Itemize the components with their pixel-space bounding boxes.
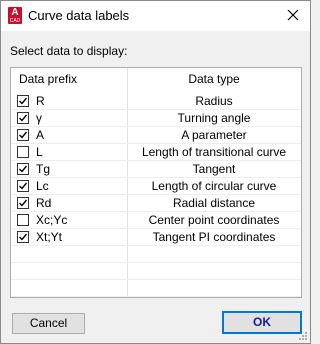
row-prefix: A <box>36 128 45 142</box>
row-checkbox[interactable] <box>17 95 29 107</box>
row-checkbox[interactable] <box>17 197 29 209</box>
row-prefix: Tg <box>36 162 51 176</box>
header-data-type[interactable]: Data type <box>127 73 301 86</box>
row-prefix: L <box>36 145 43 159</box>
empty-row <box>11 246 301 263</box>
table-row[interactable]: R Radius <box>11 93 301 110</box>
app-icon-sub: CAD <box>9 18 21 24</box>
table-row[interactable]: Tg Tangent <box>11 161 301 178</box>
table-row[interactable]: Xt;Yt Tangent PI coordinates <box>11 229 301 246</box>
title-bar[interactable]: A CAD Curve data labels <box>1 1 310 31</box>
resize-grip-icon[interactable] <box>298 331 308 341</box>
table-row[interactable]: γ Turning angle <box>11 110 301 127</box>
row-prefix: R <box>36 94 45 108</box>
app-logo-icon: A CAD <box>8 7 22 24</box>
table-header: Data prefix Data type <box>11 68 301 90</box>
row-checkbox[interactable] <box>17 231 29 243</box>
window-title: Curve data labels <box>28 8 130 23</box>
header-data-prefix[interactable]: Data prefix <box>19 73 77 86</box>
close-button[interactable] <box>282 4 304 26</box>
row-checkbox[interactable] <box>17 129 29 141</box>
empty-row <box>11 263 301 280</box>
checkmark-icon <box>19 97 28 105</box>
table-row[interactable]: Rd Radial distance <box>11 195 301 212</box>
row-prefix: Rd <box>36 196 52 210</box>
row-prefix: γ <box>36 111 42 125</box>
row-data-type: Radius <box>195 94 233 108</box>
empty-row <box>11 280 301 297</box>
row-checkbox[interactable] <box>17 112 29 124</box>
row-data-type: Tangent <box>192 162 236 176</box>
row-data-type: Length of transitional curve <box>141 145 287 159</box>
table-row[interactable]: Xc;Yc Center point coordinates <box>11 212 301 229</box>
row-data-type: Length of circular curve <box>151 179 277 193</box>
checkmark-icon <box>19 114 28 122</box>
row-data-type: Radial distance <box>172 196 256 210</box>
table-row[interactable]: A A parameter <box>11 127 301 144</box>
row-data-type: Turning angle <box>177 111 251 125</box>
row-checkbox[interactable] <box>17 214 29 226</box>
row-prefix: Xc;Yc <box>36 213 68 227</box>
table-row[interactable]: Lc Length of circular curve <box>11 178 301 195</box>
row-checkbox[interactable] <box>17 180 29 192</box>
row-data-type: Center point coordinates <box>148 213 280 227</box>
table-row[interactable]: L Length of transitional curve <box>11 144 301 161</box>
row-checkbox[interactable] <box>17 163 29 175</box>
checkmark-icon <box>19 233 28 241</box>
cancel-button[interactable]: Cancel <box>12 313 85 334</box>
close-icon <box>287 9 299 21</box>
checkmark-icon <box>19 165 28 173</box>
row-prefix: Lc <box>36 179 49 193</box>
row-prefix: Xt;Yt <box>36 230 63 244</box>
row-checkbox[interactable] <box>17 146 29 158</box>
row-data-type: A parameter <box>181 128 247 142</box>
checkmark-icon <box>19 182 28 190</box>
data-table: Data prefix Data type R Radius γ Turning an… <box>10 67 302 298</box>
table-rows: R Radius γ Turning angle A A parameter L Length… <box>11 93 301 297</box>
curve-data-labels-dialog: A CAD Curve data labels Select data to d… <box>0 0 311 344</box>
ok-button[interactable]: OK <box>222 311 302 334</box>
select-data-label: Select data to display: <box>10 44 128 58</box>
row-data-type: Tangent PI coordinates <box>152 230 276 244</box>
checkmark-icon <box>19 199 28 207</box>
checkmark-icon <box>19 131 28 139</box>
